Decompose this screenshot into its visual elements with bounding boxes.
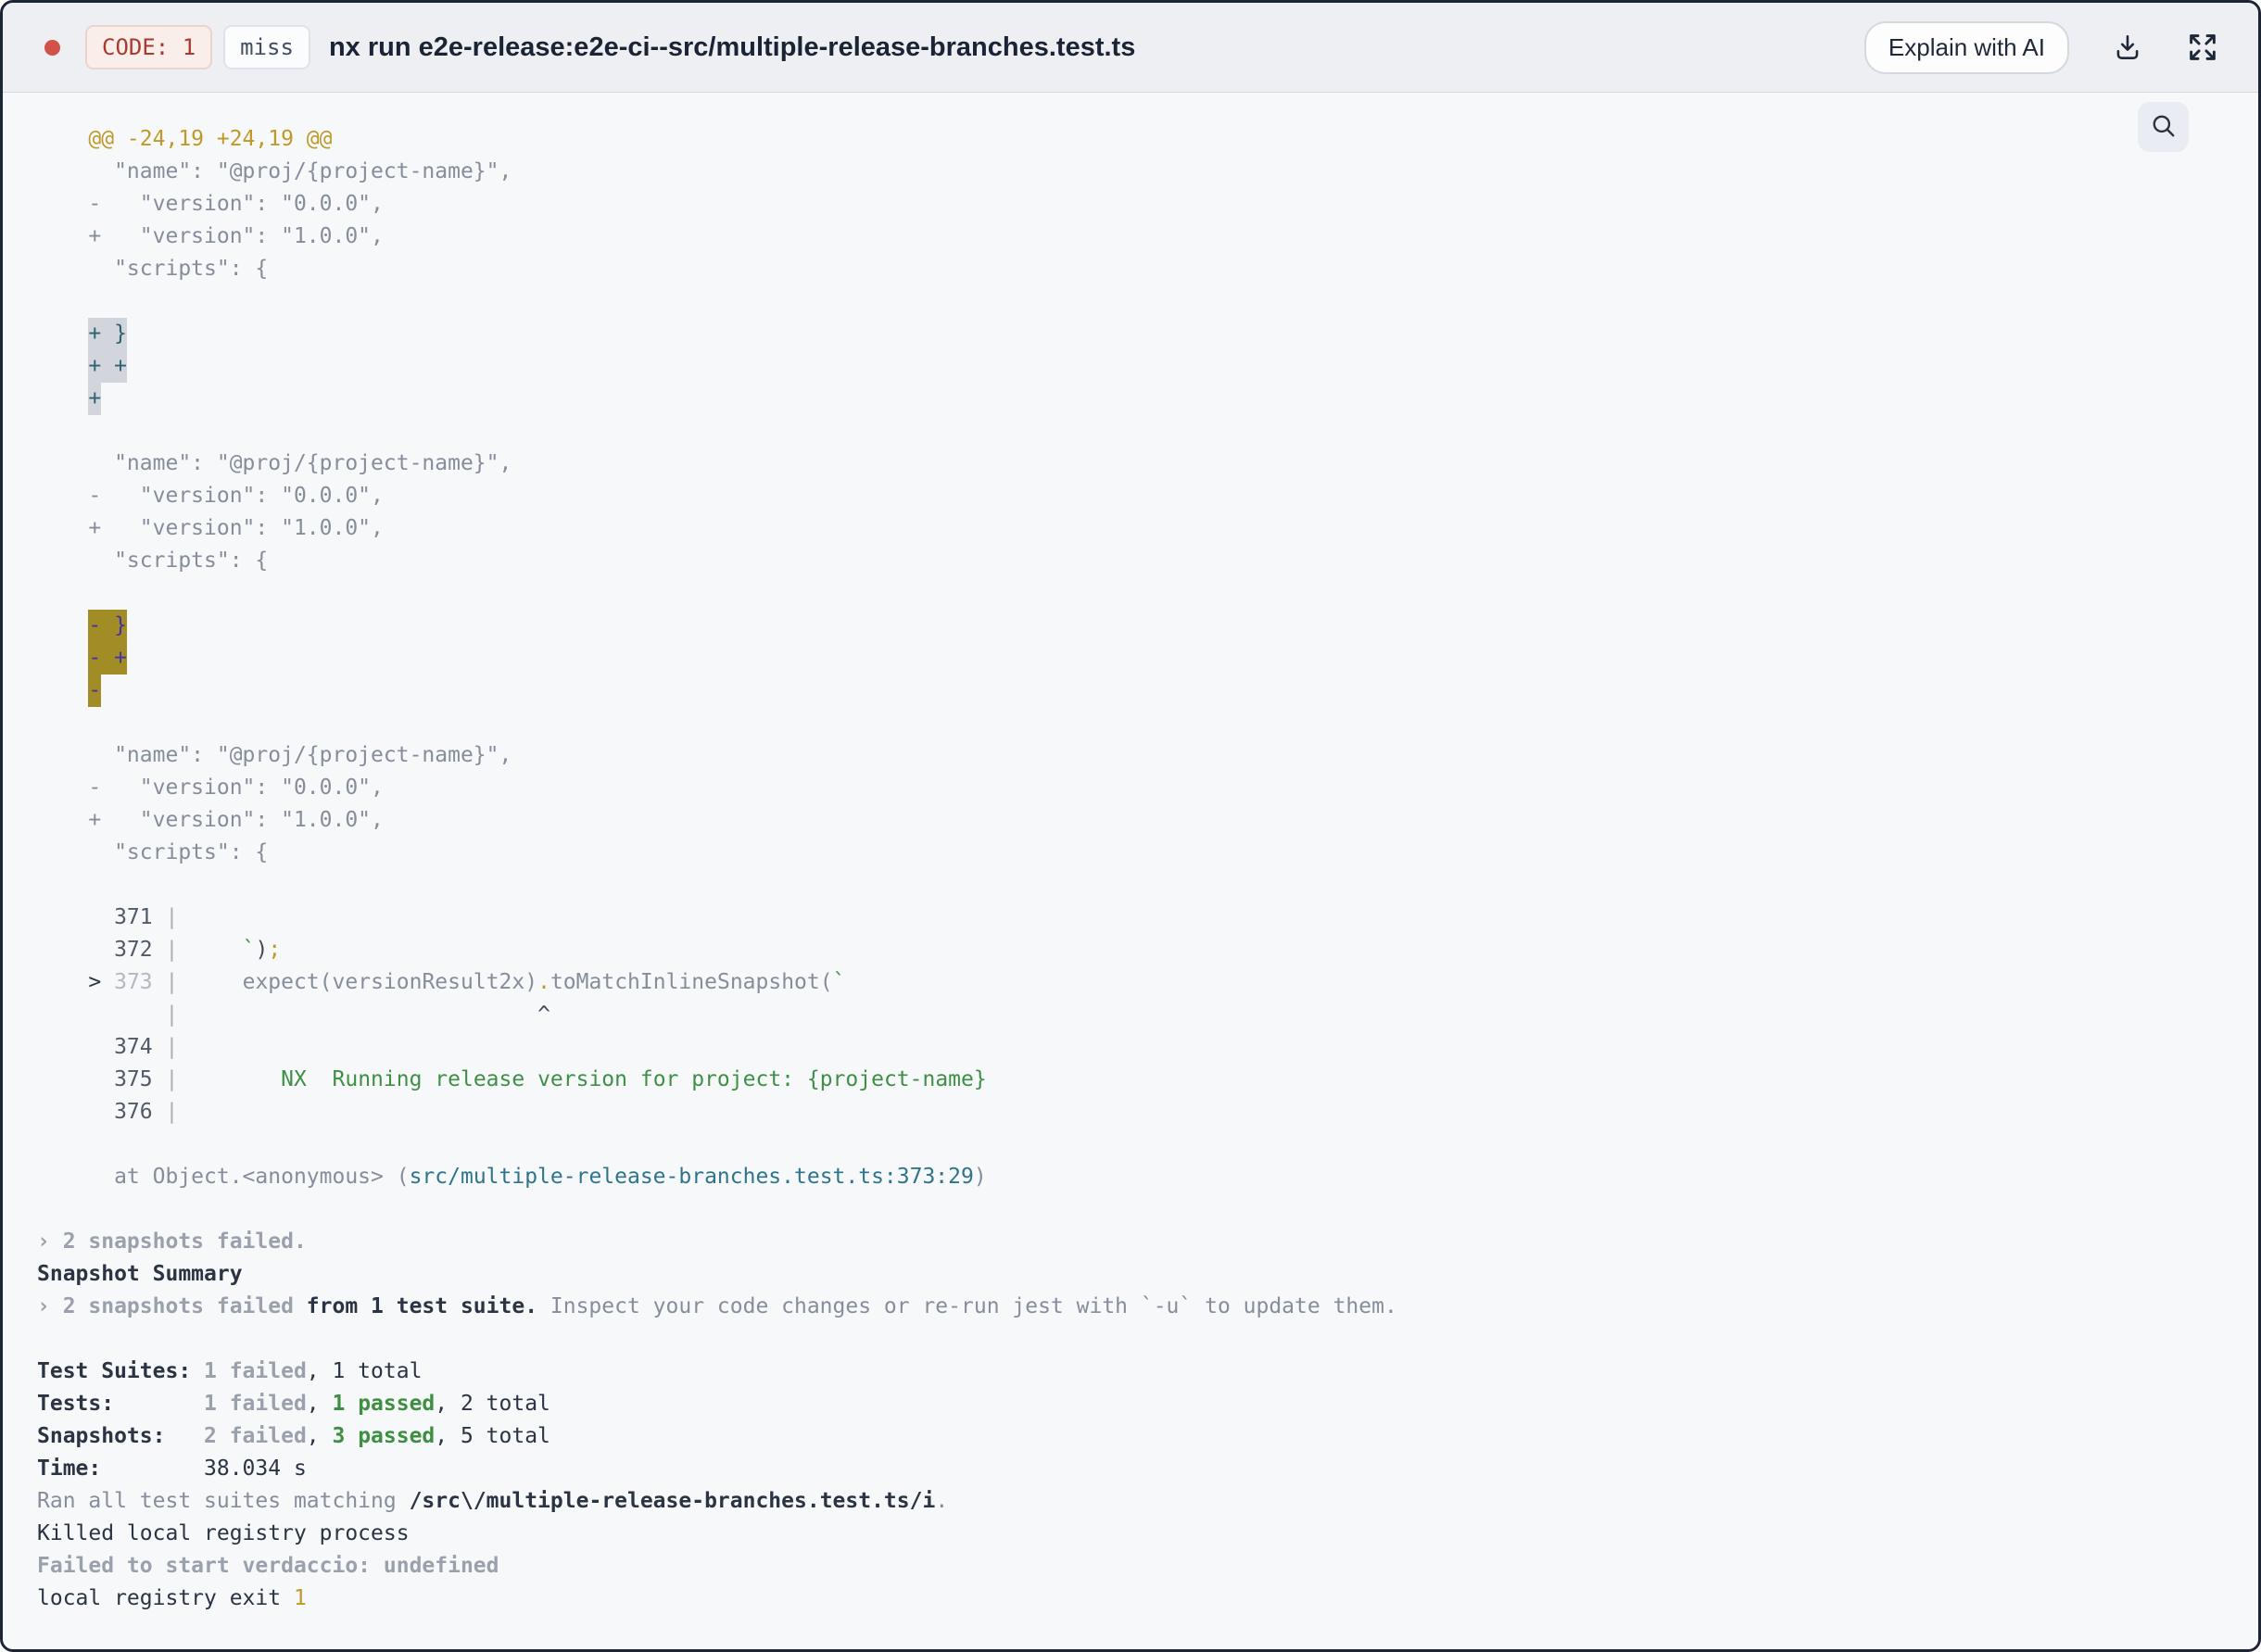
terminal-line: "scripts": {: [37, 840, 269, 864]
terminal-line: + +: [37, 350, 2230, 383]
terminal-line: > 373 | expect(versionResult2x).toMatchI…: [88, 970, 846, 994]
terminal-line: › 2 snapshots failed.: [37, 1230, 307, 1254]
terminal-line: 374 |: [37, 1035, 179, 1059]
terminal-line: Ran all test suites matching /src\/multi…: [37, 1489, 949, 1513]
status-dot-icon: [44, 39, 60, 56]
terminal-line: + "version": "1.0.0",: [37, 516, 384, 540]
terminal-line: Failed to start verdaccio: undefined: [37, 1554, 499, 1578]
task-output-window: CODE: 1 miss nx run e2e-release:e2e-ci--…: [0, 0, 2261, 1652]
terminal-line: › 2 snapshots failed from 1 test suite. …: [37, 1294, 1397, 1318]
terminal-line: Killed local registry process: [37, 1521, 410, 1545]
terminal-line: - }: [37, 610, 2230, 642]
search-button[interactable]: [2138, 102, 2189, 152]
terminal-lines: @@ -24,19 +24,19 @@ "name": "@proj/{proj…: [3, 93, 2258, 1633]
terminal-line: "name": "@proj/{project-name}",: [37, 743, 512, 767]
task-title: nx run e2e-release:e2e-ci--src/multiple-…: [328, 32, 1136, 62]
terminal-line: - +: [37, 642, 2230, 675]
terminal-line: 375 | NX Running release version for pro…: [37, 1067, 987, 1091]
terminal-line: + "version": "1.0.0",: [37, 224, 384, 248]
terminal-line: + "version": "1.0.0",: [37, 808, 384, 832]
download-icon: [2112, 32, 2143, 63]
terminal-line: 371 |: [37, 905, 179, 929]
explain-with-ai-button[interactable]: Explain with AI: [1863, 20, 2069, 74]
terminal-line: "name": "@proj/{project-name}",: [37, 451, 512, 475]
terminal-line: - "version": "0.0.0",: [37, 192, 384, 216]
terminal-line: -: [37, 675, 2230, 707]
search-icon: [2151, 113, 2177, 142]
fullscreen-button[interactable]: [2186, 31, 2219, 64]
exit-code-badge: CODE: 1: [85, 25, 213, 69]
terminal-line: 372 | `);: [37, 938, 282, 962]
terminal-line: "scripts": {: [37, 549, 269, 573]
terminal-line: +: [37, 383, 2230, 415]
header: CODE: 1 miss nx run e2e-release:e2e-ci--…: [3, 3, 2258, 93]
terminal-line: Test Suites: 1 failed, 1 total: [37, 1359, 423, 1383]
terminal-line: Snapshot Summary: [37, 1262, 243, 1286]
terminal-line: | ^: [165, 1003, 550, 1027]
terminal-line: at Object.<anonymous> (src/multiple-rele…: [37, 1165, 987, 1189]
download-button[interactable]: [2112, 32, 2143, 63]
terminal-output-panel: @@ -24,19 +24,19 @@ "name": "@proj/{proj…: [3, 93, 2258, 1649]
terminal-line: local registry exit 1: [37, 1586, 307, 1610]
terminal-line: Snapshots: 2 failed, 3 passed, 5 total: [37, 1424, 550, 1448]
terminal-line: 376 |: [37, 1100, 179, 1124]
terminal-line: Time: 38.034 s: [37, 1457, 307, 1481]
terminal-line: - "version": "0.0.0",: [37, 776, 384, 800]
terminal-line: - "version": "0.0.0",: [37, 484, 384, 508]
terminal-line: + }: [37, 318, 2230, 350]
terminal-line: @@ -24,19 +24,19 @@: [37, 127, 333, 151]
terminal-line: Tests: 1 failed, 1 passed, 2 total: [37, 1392, 550, 1416]
cache-miss-badge: miss: [223, 25, 310, 69]
expand-icon: [2186, 31, 2219, 64]
terminal-line: "scripts": {: [37, 257, 269, 281]
terminal-line: "name": "@proj/{project-name}",: [37, 159, 512, 183]
